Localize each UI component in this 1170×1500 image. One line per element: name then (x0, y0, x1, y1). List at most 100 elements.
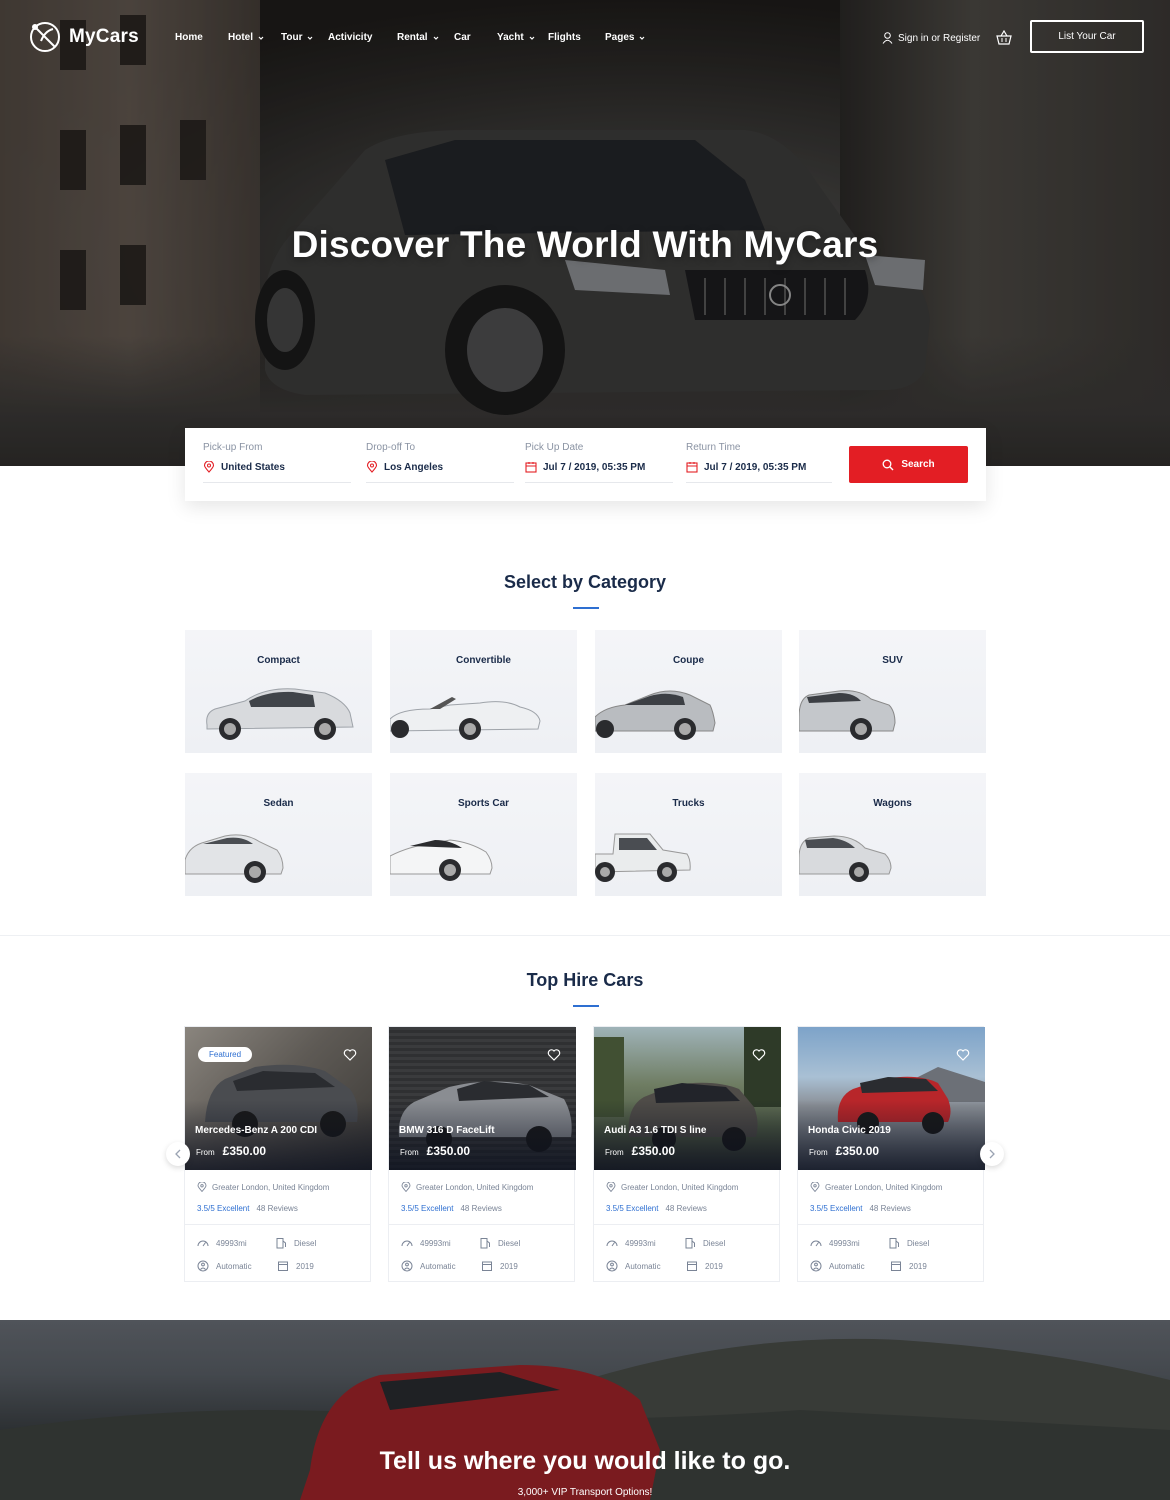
nav-item-yacht[interactable]: Yacht (497, 32, 535, 43)
pickup-field[interactable]: Pick-up From United States (203, 442, 351, 483)
car-card[interactable]: BMW 316 D FaceLift From £350.00 Greater L… (388, 1026, 576, 1282)
convertible-car-image (390, 697, 541, 740)
top-hire-cars-title: Top Hire Cars (526, 970, 644, 990)
chevron-down-icon (308, 36, 313, 40)
car-card[interactable]: Audi A3 1.6 TDI S line From £350.00 Great… (593, 1026, 781, 1282)
calendar-icon (686, 462, 698, 473)
car-name[interactable]: Honda Civic 2019 (808, 1125, 891, 1136)
spec-year: 2019 (686, 1260, 723, 1272)
gear-shift-icon (810, 1260, 822, 1272)
search-button[interactable]: Search (849, 446, 968, 483)
nav-item-home[interactable]: Home (175, 32, 203, 43)
gear-shift-icon (197, 1260, 209, 1272)
gear-shift-icon (401, 1260, 413, 1272)
category-wagons[interactable]: Wagons (799, 773, 986, 896)
carousel-prev-button[interactable] (166, 1142, 190, 1166)
car-location: Greater London, United Kingdom (810, 1182, 942, 1192)
hero-section: MyCars Home Hotel Tour Activicity Rental… (0, 0, 1170, 466)
car-price: From £350.00 (400, 1144, 471, 1158)
chevron-down-icon (258, 36, 264, 40)
pickup-date-field[interactable]: Pick Up Date Jul 7 / 2019, 05:35 PM (525, 442, 673, 483)
spec-fuel: Diesel (888, 1237, 929, 1249)
fuel-icon (276, 1238, 286, 1249)
suv-car-image (799, 690, 896, 740)
sedan-car-image (185, 834, 284, 883)
logo-icon (30, 22, 60, 52)
speedometer-icon (606, 1240, 618, 1247)
car-rating: 3.5/5 Excellent 48 Reviews (606, 1204, 707, 1213)
car-location: Greater London, United Kingdom (401, 1182, 533, 1192)
fuel-icon (685, 1238, 695, 1249)
spec-transmission: Automatic (197, 1260, 252, 1272)
banner-title: Tell us where you would like to go. (379, 1447, 791, 1475)
spec-year: 2019 (277, 1260, 314, 1272)
list-your-car-button[interactable]: List Your Car (1030, 20, 1144, 53)
category-trucks[interactable]: Trucks (595, 773, 782, 896)
nav-item-tour[interactable]: Tour (281, 32, 313, 43)
section-divider (0, 935, 1170, 936)
return-time-field[interactable]: Return Time Jul 7 / 2019, 05:35 PM (686, 442, 832, 483)
dropoff-field[interactable]: Drop-off To Los Angeles (366, 442, 514, 483)
speedometer-icon (401, 1240, 413, 1247)
compact-car-image (206, 688, 354, 740)
basket-icon[interactable] (996, 30, 1012, 46)
featured-badge: Featured (198, 1047, 253, 1062)
nav-item-activity[interactable]: Activicity (328, 32, 372, 43)
map-pin-icon (810, 1182, 820, 1192)
chevron-down-icon (433, 36, 438, 40)
chevron-right-icon (989, 1149, 995, 1159)
chevron-left-icon (175, 1149, 181, 1159)
spec-year: 2019 (890, 1260, 927, 1272)
chevron-down-icon (529, 36, 535, 40)
search-icon (882, 459, 894, 470)
heart-icon[interactable] (752, 1048, 766, 1062)
brand-name: MyCars (69, 26, 139, 47)
nav-item-hotel[interactable]: Hotel (228, 32, 264, 43)
spec-mileage: 49993mi (810, 1237, 860, 1249)
map-pin-icon (606, 1182, 616, 1192)
category-sports-car[interactable]: Sports Car (390, 773, 577, 896)
title-underline (573, 1005, 599, 1007)
category-suv[interactable]: SUV (799, 630, 986, 753)
spec-mileage: 49993mi (606, 1237, 656, 1249)
category-compact[interactable]: Compact (185, 630, 372, 753)
nav-item-pages[interactable]: Pages (605, 32, 645, 43)
car-card[interactable]: Honda Civic 2019 From £350.00 Greater Lon… (797, 1026, 985, 1282)
gear-shift-icon (606, 1260, 618, 1272)
calendar-icon (891, 1261, 901, 1271)
banner-subtitle: 3,000+ VIP Transport Options! (517, 1487, 653, 1498)
destination-banner: Tell us where you would like to go. 3,00… (0, 1320, 1170, 1500)
calendar-icon (525, 462, 537, 473)
car-name[interactable]: Mercedes-Benz A 200 CDI (195, 1125, 317, 1136)
sign-in-link[interactable]: Sign in or Register (882, 32, 980, 44)
heart-icon[interactable] (547, 1048, 561, 1062)
nav-item-car[interactable]: Car (454, 32, 471, 43)
title-underline (573, 607, 599, 609)
car-name[interactable]: BMW 316 D FaceLift (399, 1125, 495, 1136)
speedometer-icon (810, 1240, 822, 1247)
car-card[interactable]: Featured Mercedes-Benz A 200 CDI From £35… (184, 1026, 372, 1282)
category-sedan[interactable]: Sedan (185, 773, 372, 896)
calendar-icon (687, 1261, 697, 1271)
car-name[interactable]: Audi A3 1.6 TDI S line (604, 1125, 706, 1136)
heart-icon[interactable] (343, 1048, 357, 1062)
category-convertible[interactable]: Convertible (390, 630, 577, 753)
fuel-icon (480, 1238, 490, 1249)
sports-car-image (390, 839, 493, 881)
nav-item-flights[interactable]: Flights (548, 32, 581, 43)
map-pin-icon (197, 1182, 207, 1192)
car-location: Greater London, United Kingdom (197, 1182, 329, 1192)
spec-transmission: Automatic (810, 1260, 865, 1272)
car-search-form: Pick-up From United States Drop-off To L… (185, 428, 986, 501)
spec-transmission: Automatic (606, 1260, 661, 1272)
car-price: From £350.00 (196, 1144, 267, 1158)
brand-logo[interactable]: MyCars (27, 19, 139, 55)
spec-transmission: Automatic (401, 1260, 456, 1272)
car-rating: 3.5/5 Excellent 48 Reviews (197, 1204, 298, 1213)
nav-item-rental[interactable]: Rental (397, 32, 439, 43)
spec-fuel: Diesel (479, 1237, 520, 1249)
map-pin-icon (366, 461, 378, 473)
heart-icon[interactable] (956, 1048, 970, 1062)
category-coupe[interactable]: Coupe (595, 630, 782, 753)
carousel-next-button[interactable] (980, 1142, 1004, 1166)
